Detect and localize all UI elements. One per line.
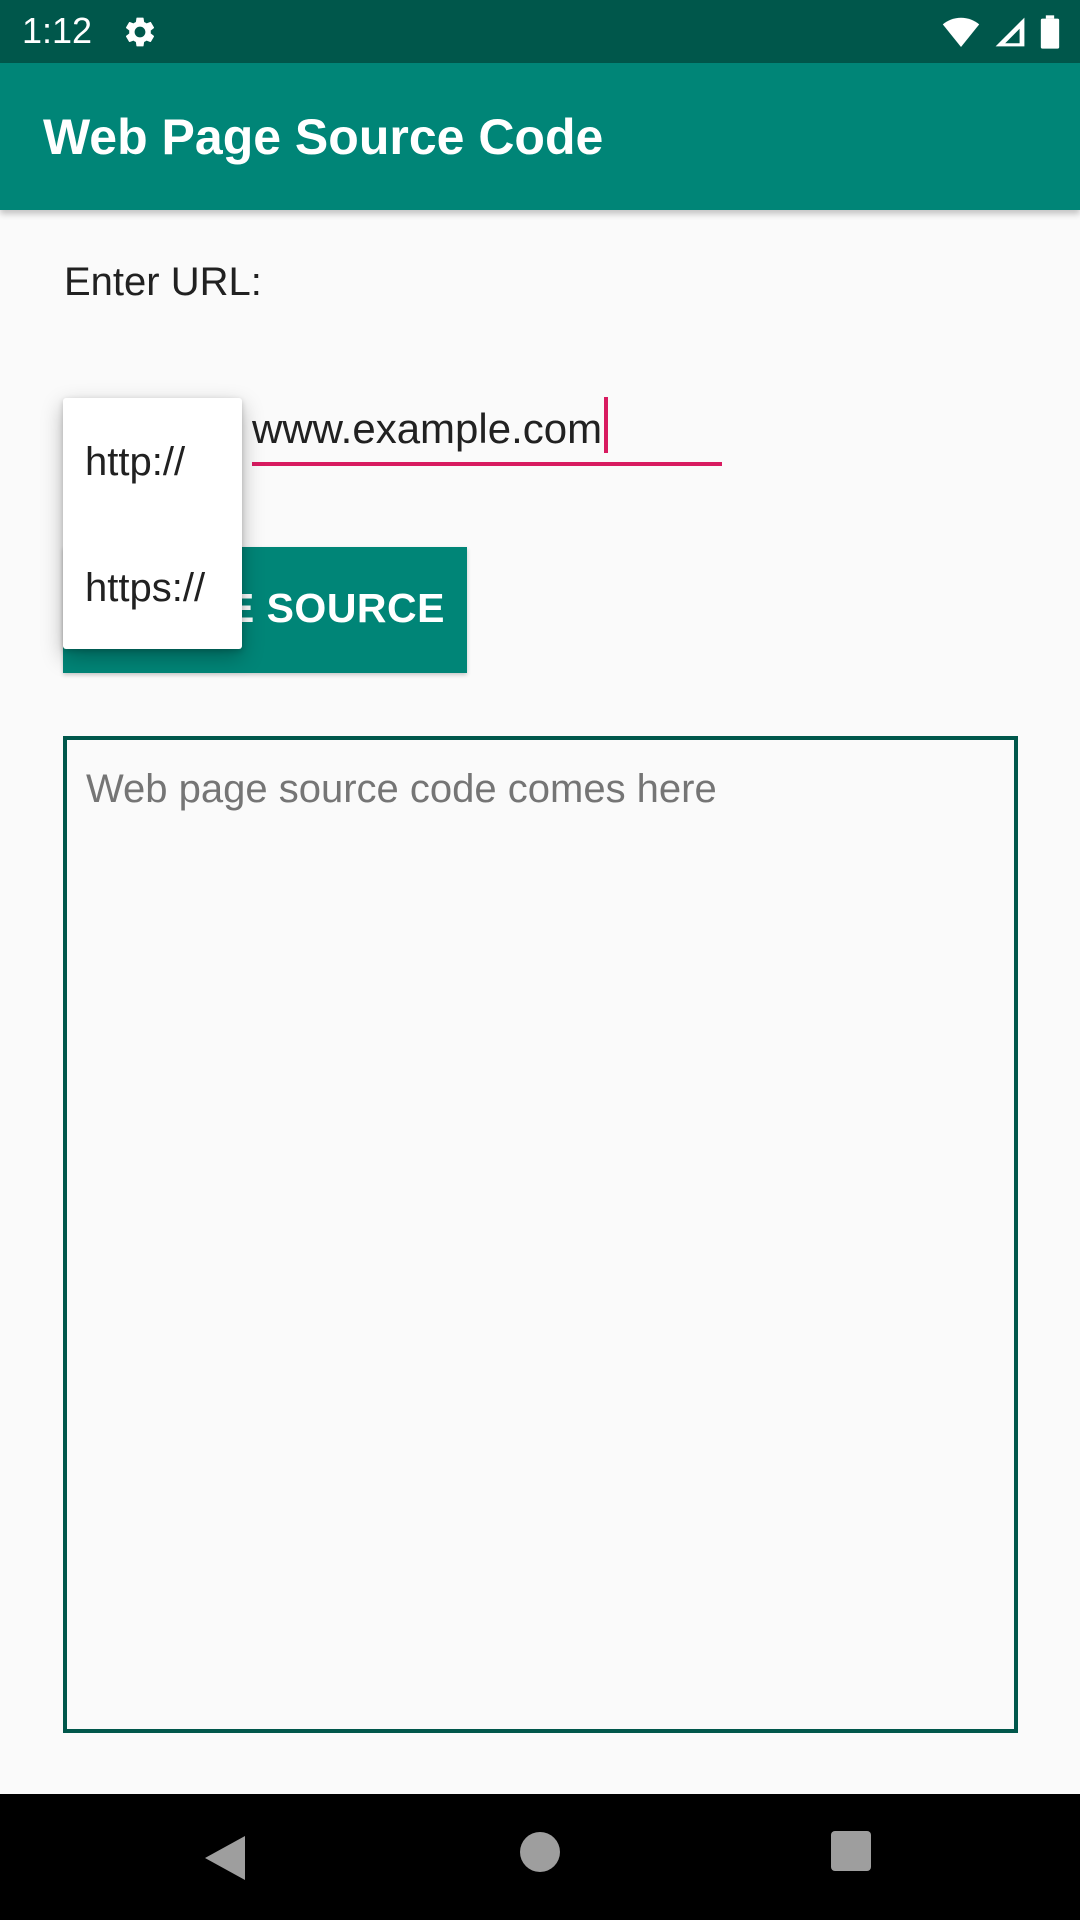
source-code-output[interactable]: Web page source code comes here bbox=[63, 736, 1018, 1733]
app-title: Web Page Source Code bbox=[43, 109, 604, 165]
status-icons bbox=[942, 12, 1060, 52]
back-icon[interactable] bbox=[203, 1834, 247, 1882]
app-screen: 1:12 Web Page Source Code Enter URL: www… bbox=[0, 0, 1080, 1920]
url-input-field[interactable]: www.example.com bbox=[252, 394, 722, 466]
signal-icon bbox=[995, 17, 1025, 47]
source-code-placeholder: Web page source code comes here bbox=[86, 767, 717, 811]
enter-url-label: Enter URL: bbox=[64, 260, 262, 304]
gear-icon bbox=[125, 17, 155, 47]
text-cursor bbox=[604, 397, 609, 453]
protocol-option-https[interactable]: https:// bbox=[63, 524, 242, 650]
url-input-underline bbox=[252, 462, 722, 466]
battery-icon bbox=[1040, 15, 1060, 49]
url-input-text[interactable]: www.example.com bbox=[252, 394, 609, 464]
wifi-icon bbox=[942, 17, 980, 48]
recents-icon[interactable] bbox=[831, 1831, 871, 1871]
app-bar: Web Page Source Code bbox=[0, 63, 1080, 210]
url-input-value: www.example.com bbox=[252, 405, 603, 452]
protocol-option-label: http:// bbox=[85, 440, 186, 484]
navigation-bar bbox=[0, 1794, 1080, 1920]
protocol-dropdown-menu: http:// https:// bbox=[63, 398, 242, 649]
protocol-option-label: https:// bbox=[85, 566, 206, 610]
home-icon[interactable] bbox=[520, 1832, 560, 1872]
status-time: 1:12 bbox=[22, 10, 93, 51]
protocol-option-http[interactable]: http:// bbox=[63, 398, 242, 524]
status-bar: 1:12 bbox=[0, 0, 1080, 63]
